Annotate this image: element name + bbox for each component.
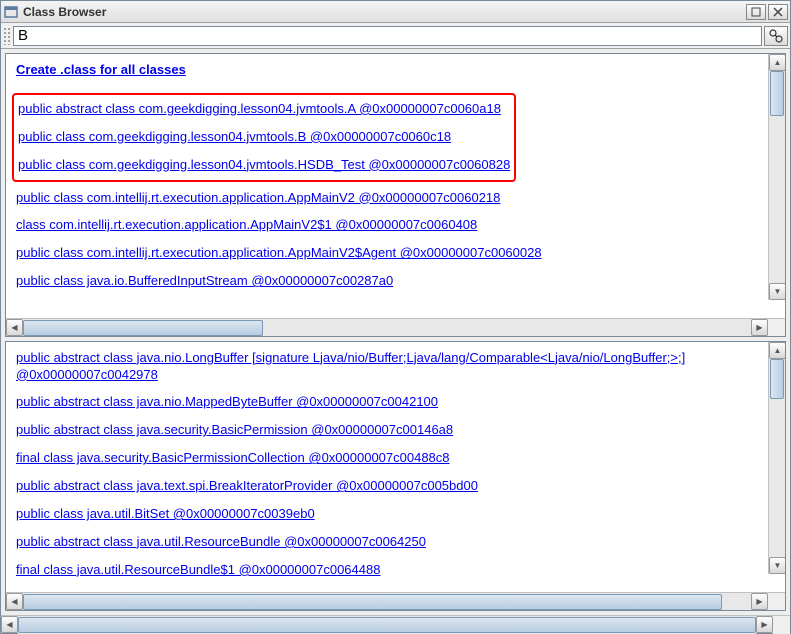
toolbar-grip — [3, 27, 11, 45]
class-link[interactable]: class com.intellij.rt.execution.applicat… — [16, 217, 758, 234]
class-link[interactable]: public abstract class java.util.Resource… — [16, 534, 758, 551]
class-link[interactable]: final class java.security.BasicPermissio… — [16, 450, 758, 467]
class-link[interactable]: public abstract class com.geekdigging.le… — [18, 101, 510, 118]
class-link[interactable]: public class java.util.BitSet @0x0000000… — [16, 506, 758, 523]
window-title: Class Browser — [23, 5, 746, 19]
class-browser-window: Class Browser Create .c — [0, 0, 791, 634]
scroll-thumb[interactable] — [770, 71, 784, 116]
scroll-down-icon[interactable]: ▼ — [769, 557, 785, 574]
scroll-thumb[interactable] — [23, 320, 263, 336]
class-link[interactable]: public class java.io.BufferedInputStream… — [16, 273, 758, 290]
create-class-link[interactable]: Create .class for all classes — [16, 62, 758, 79]
class-link[interactable]: public class com.geekdigging.lesson04.jv… — [18, 129, 510, 146]
results-pane-top: Create .class for all classes public abs… — [5, 53, 786, 337]
window-icon — [3, 4, 19, 20]
maximize-button[interactable] — [746, 4, 766, 20]
class-link[interactable]: public abstract class java.text.spi.Brea… — [16, 478, 758, 495]
scroll-left-icon[interactable]: ◀ — [6, 593, 23, 610]
hscrollbar-bottom[interactable]: ◀ ▶ — [6, 592, 785, 610]
vscrollbar-top[interactable]: ▲ ▼ — [768, 54, 785, 300]
scroll-down-icon[interactable]: ▼ — [769, 283, 785, 300]
vscrollbar-bottom[interactable]: ▲ ▼ — [768, 342, 785, 574]
titlebar: Class Browser — [1, 1, 790, 23]
search-input[interactable] — [13, 26, 762, 46]
class-link[interactable]: public class com.geekdigging.lesson04.jv… — [18, 157, 510, 174]
class-link[interactable]: public abstract class java.nio.LongBuffe… — [16, 350, 746, 384]
class-link[interactable]: public abstract class java.nio.MappedByt… — [16, 394, 758, 411]
scroll-right-icon[interactable]: ▶ — [751, 593, 768, 610]
highlighted-classes: public abstract class com.geekdigging.le… — [12, 93, 516, 182]
results-pane-bottom: public abstract class java.nio.LongBuffe… — [5, 341, 786, 611]
scroll-up-icon[interactable]: ▲ — [769, 54, 785, 71]
scroll-left-icon[interactable]: ◀ — [1, 616, 18, 633]
hscrollbar-top[interactable]: ◀ ▶ — [6, 318, 785, 336]
close-button[interactable] — [768, 4, 788, 20]
scroll-thumb[interactable] — [770, 359, 784, 399]
class-link[interactable]: public class com.intellij.rt.execution.a… — [16, 190, 758, 207]
window-hscrollbar[interactable]: ◀ ▶ — [1, 615, 790, 633]
scroll-right-icon[interactable]: ▶ — [756, 616, 773, 633]
class-link[interactable]: public class com.intellij.rt.execution.a… — [16, 245, 758, 262]
search-button[interactable] — [764, 26, 788, 46]
scroll-up-icon[interactable]: ▲ — [769, 342, 785, 359]
scroll-thumb[interactable] — [18, 617, 756, 633]
scroll-left-icon[interactable]: ◀ — [6, 319, 23, 336]
class-link[interactable]: public abstract class java.security.Basi… — [16, 422, 758, 439]
scroll-thumb[interactable] — [23, 594, 722, 610]
class-link[interactable]: final class java.util.ResourceBundle$1 @… — [16, 562, 758, 579]
toolbar — [1, 23, 790, 49]
scroll-right-icon[interactable]: ▶ — [751, 319, 768, 336]
